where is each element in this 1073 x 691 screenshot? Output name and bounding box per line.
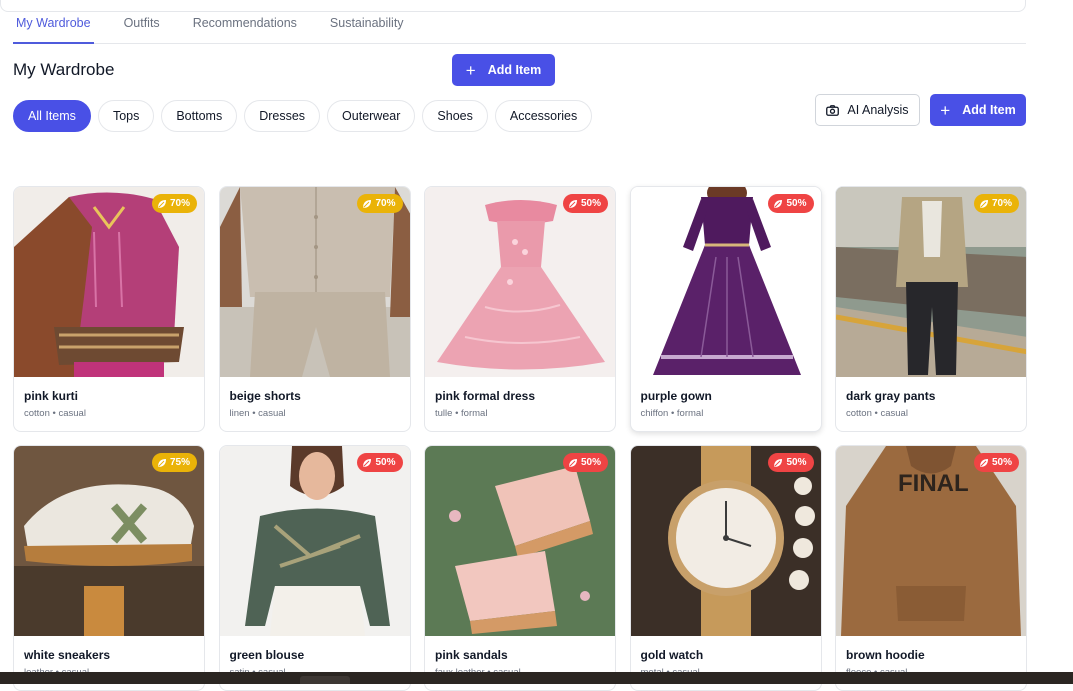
tab-recommendations[interactable]: Recommendations bbox=[193, 10, 297, 44]
wardrobe-item-card[interactable]: 50% pink sandals faux leather • casual bbox=[424, 445, 616, 691]
item-name: gold watch bbox=[640, 648, 704, 662]
page-title: My Wardrobe bbox=[13, 60, 115, 79]
leaf-icon bbox=[157, 199, 166, 208]
add-item-button-secondary[interactable]: + Add Item bbox=[930, 94, 1026, 126]
leaf-icon bbox=[363, 458, 372, 467]
wardrobe-item-card[interactable]: 75% white sneakers leather • casual bbox=[13, 445, 205, 691]
plus-icon: + bbox=[465, 60, 476, 80]
tab-my-wardrobe[interactable]: My Wardrobe bbox=[13, 10, 94, 44]
tab-sustainability[interactable]: Sustainability bbox=[330, 10, 404, 44]
item-name: green blouse bbox=[229, 648, 305, 662]
filter-tops[interactable]: Tops bbox=[97, 100, 155, 132]
category-filters: All Items Tops Bottoms Dresses Outerwear… bbox=[13, 100, 593, 132]
add-item-label: Add Item bbox=[962, 103, 1016, 117]
wardrobe-item-card[interactable]: FINAL 50% brown hoodie fleece • casual bbox=[835, 445, 1027, 691]
wardrobe-item-card[interactable]: 70% beige shorts linen • casual bbox=[218, 186, 411, 432]
main-tabs: My Wardrobe Outfits Recommendations Sust… bbox=[13, 10, 1026, 44]
item-photo: 70% bbox=[219, 187, 410, 377]
item-photo: 50% bbox=[630, 187, 821, 377]
leaf-icon bbox=[774, 199, 783, 208]
leaf-icon bbox=[568, 458, 577, 467]
leaf-icon bbox=[979, 458, 988, 467]
filter-dresses[interactable]: Dresses bbox=[244, 100, 321, 132]
leaf-icon bbox=[157, 458, 166, 467]
wardrobe-item-card[interactable]: 50% purple gown chiffon • formal bbox=[629, 186, 822, 432]
ai-analysis-label: AI Analysis bbox=[847, 103, 909, 117]
sustainability-badge: 70% bbox=[151, 194, 197, 213]
filter-accessories[interactable]: Accessories bbox=[494, 100, 593, 132]
item-name: pink formal dress bbox=[435, 389, 536, 403]
item-name: purple gown bbox=[640, 389, 712, 403]
item-meta: tulle • formal bbox=[435, 408, 488, 419]
sustainability-badge: 50% bbox=[357, 453, 403, 472]
taskbar-handle bbox=[300, 676, 350, 684]
item-photo: 50% bbox=[425, 446, 615, 636]
item-photo: 70% bbox=[14, 187, 204, 377]
wardrobe-item-card[interactable]: 50% gold watch metal • casual bbox=[629, 445, 822, 691]
item-name: pink kurti bbox=[24, 389, 79, 403]
leaf-icon bbox=[363, 199, 372, 208]
svg-text:FINAL: FINAL bbox=[898, 470, 969, 497]
item-name: pink sandals bbox=[435, 648, 508, 662]
sustainability-badge: 75% bbox=[151, 453, 197, 472]
sustainability-badge: 70% bbox=[973, 194, 1019, 213]
sustainability-badge: 50% bbox=[973, 453, 1019, 472]
leaf-icon bbox=[774, 458, 783, 467]
sustainability-badge: 50% bbox=[562, 194, 608, 213]
item-name: dark gray pants bbox=[846, 389, 936, 403]
item-meta: linen • casual bbox=[229, 408, 286, 419]
item-photo: 50% bbox=[219, 446, 410, 636]
sustainability-badge: 50% bbox=[562, 453, 608, 472]
plus-icon: + bbox=[940, 100, 951, 120]
sustainability-badge: 50% bbox=[768, 453, 814, 472]
item-meta: cotton • casual bbox=[846, 408, 908, 419]
item-photo: 50% bbox=[630, 446, 821, 636]
add-item-button[interactable]: + Add Item bbox=[452, 54, 555, 86]
add-item-label: Add Item bbox=[487, 63, 542, 77]
filter-shoes[interactable]: Shoes bbox=[422, 100, 488, 132]
wardrobe-grid: 70% pink kurti cotton • casual 70% beige… bbox=[13, 186, 1027, 691]
taskbar bbox=[0, 672, 1073, 684]
sustainability-badge: 50% bbox=[768, 194, 814, 213]
wardrobe-item-card[interactable]: 50% green blouse satin • casual bbox=[218, 445, 411, 691]
leaf-icon bbox=[568, 199, 577, 208]
sustainability-badge: 70% bbox=[357, 194, 403, 213]
item-photo: FINAL 50% bbox=[836, 446, 1026, 636]
item-photo: 75% bbox=[14, 446, 204, 636]
camera-icon bbox=[826, 104, 840, 116]
filter-all-items[interactable]: All Items bbox=[13, 100, 91, 132]
item-photo: 50% bbox=[425, 187, 615, 377]
tab-outfits[interactable]: Outfits bbox=[124, 10, 160, 44]
item-name: beige shorts bbox=[229, 389, 301, 403]
wardrobe-item-card[interactable]: 50% pink formal dress tulle • formal bbox=[424, 186, 616, 432]
item-meta: chiffon • formal bbox=[640, 408, 704, 419]
wardrobe-item-card[interactable]: 70% dark gray pants cotton • casual bbox=[835, 186, 1027, 432]
item-meta: cotton • casual bbox=[24, 408, 86, 419]
filter-bottoms[interactable]: Bottoms bbox=[161, 100, 238, 132]
item-name: white sneakers bbox=[24, 648, 111, 662]
ai-analysis-button[interactable]: AI Analysis bbox=[815, 94, 920, 126]
filter-outerwear[interactable]: Outerwear bbox=[327, 100, 416, 132]
item-name: brown hoodie bbox=[846, 648, 925, 662]
wardrobe-item-card[interactable]: 70% pink kurti cotton • casual bbox=[13, 186, 205, 432]
leaf-icon bbox=[979, 199, 988, 208]
item-photo: 70% bbox=[836, 187, 1026, 377]
